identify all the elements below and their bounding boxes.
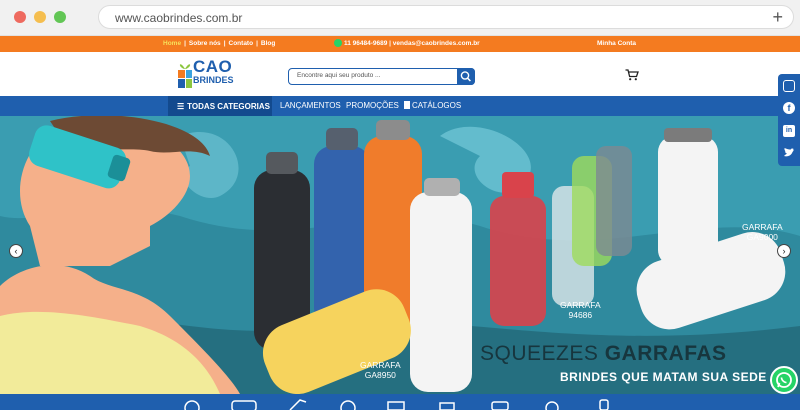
linkedin-icon[interactable]: in: [783, 125, 795, 137]
maximize-window-button[interactable]: [54, 11, 66, 23]
contact-text[interactable]: 11 96484-9689 | vendas@caobrindes.com.br: [344, 40, 480, 47]
address-url: www.caobrindes.com.br: [115, 11, 243, 25]
hero-headline-bold: GARRAFAS: [604, 342, 727, 365]
whatsapp-icon: [334, 39, 342, 47]
top-bar: Home | Sobre nós | Contato | Blog 11 96484-968…: [0, 36, 800, 52]
hero-banner[interactable]: GARRAFA GA9000 GARRAFA 94686 GARRAFA GA8…: [0, 116, 800, 394]
category-icons: [184, 399, 609, 415]
product-label-line1: GARRAFA: [560, 300, 601, 310]
hero-tagline: BRINDES QUE MATAM SUA SEDE: [560, 370, 767, 384]
product-label-line1: GARRAFA: [742, 222, 783, 232]
search-box[interactable]: Encontre aqui seu produto ...: [288, 67, 475, 85]
top-link-contato[interactable]: Contato: [229, 40, 254, 47]
hero-headline-light: SQUEEZES: [480, 342, 599, 365]
twitter-bird-shape: [784, 148, 794, 157]
product-label-ga9000: GARRAFA GA9000: [742, 222, 783, 242]
twitter-icon[interactable]: [783, 147, 795, 159]
product-label-line2: GA9000: [746, 232, 778, 242]
instagram-icon[interactable]: [783, 80, 795, 92]
hero-headline: SQUEEZES GARRAFAS: [480, 342, 727, 366]
product-label-line2: 94686: [568, 310, 593, 320]
nav-catalogos-label: CATÁLOGOS: [412, 101, 462, 110]
product-label-line1: GARRAFA: [360, 360, 401, 370]
top-link-blog[interactable]: Blog: [261, 40, 275, 47]
logo-text[interactable]: CAO BRINDES: [193, 57, 234, 85]
product-label-line2: GA8950: [364, 370, 396, 380]
close-window-button[interactable]: [14, 11, 26, 23]
minimize-window-button[interactable]: [34, 11, 46, 23]
separator: |: [256, 40, 258, 47]
all-categories-button[interactable]: ☰ TODAS CATEGORIAS: [168, 96, 272, 116]
product-label-ga8950: GARRAFA GA8950: [360, 360, 401, 380]
facebook-icon[interactable]: f: [783, 102, 795, 114]
separator: |: [223, 40, 226, 47]
top-link-sobre[interactable]: Sobre nós: [189, 40, 221, 47]
main-nav: ☰ TODAS CATEGORIAS LANÇAMENTOS PROMOÇÕES…: [0, 96, 800, 116]
contact-info: 11 96484-9689 | vendas@caobrindes.com.br: [334, 39, 480, 47]
nav-promocoes[interactable]: PROMOÇÕES: [346, 101, 399, 110]
address-bar[interactable]: www.caobrindes.com.br +: [98, 5, 794, 29]
logo-cao: CAO: [193, 57, 233, 76]
top-link-home[interactable]: Home: [163, 40, 181, 47]
account-link[interactable]: Minha Conta: [597, 40, 636, 47]
whatsapp-float-button[interactable]: [770, 366, 798, 394]
browser-chrome: www.caobrindes.com.br +: [0, 0, 800, 36]
search-input[interactable]: Encontre aqui seu produto ...: [297, 72, 380, 79]
cart-icon[interactable]: [625, 69, 639, 81]
carousel-next-button[interactable]: ›: [777, 244, 791, 258]
whatsapp-icon: [776, 372, 792, 388]
search-icon: [460, 70, 471, 82]
carousel-prev-button[interactable]: ‹: [9, 244, 23, 258]
separator: |: [184, 40, 186, 47]
logo-brindes: BRINDES: [193, 75, 234, 85]
all-categories-label: TODAS CATEGORIAS: [187, 101, 270, 111]
social-sidebar: f in: [778, 74, 800, 166]
top-links: Home | Sobre nós | Contato | Blog: [163, 40, 275, 47]
category-icons-strip: [0, 394, 800, 415]
nav-lancamentos[interactable]: LANÇAMENTOS: [280, 101, 341, 110]
product-label-94686: GARRAFA 94686: [560, 300, 601, 320]
catalog-icon: [404, 101, 410, 109]
nav-catalogos[interactable]: CATÁLOGOS: [404, 101, 461, 110]
menu-icon: ☰: [177, 101, 185, 111]
new-tab-icon[interactable]: +: [772, 7, 783, 27]
site-header: CAO BRINDES Encontre aqui seu produto ..…: [0, 52, 800, 96]
search-button[interactable]: [457, 67, 475, 85]
